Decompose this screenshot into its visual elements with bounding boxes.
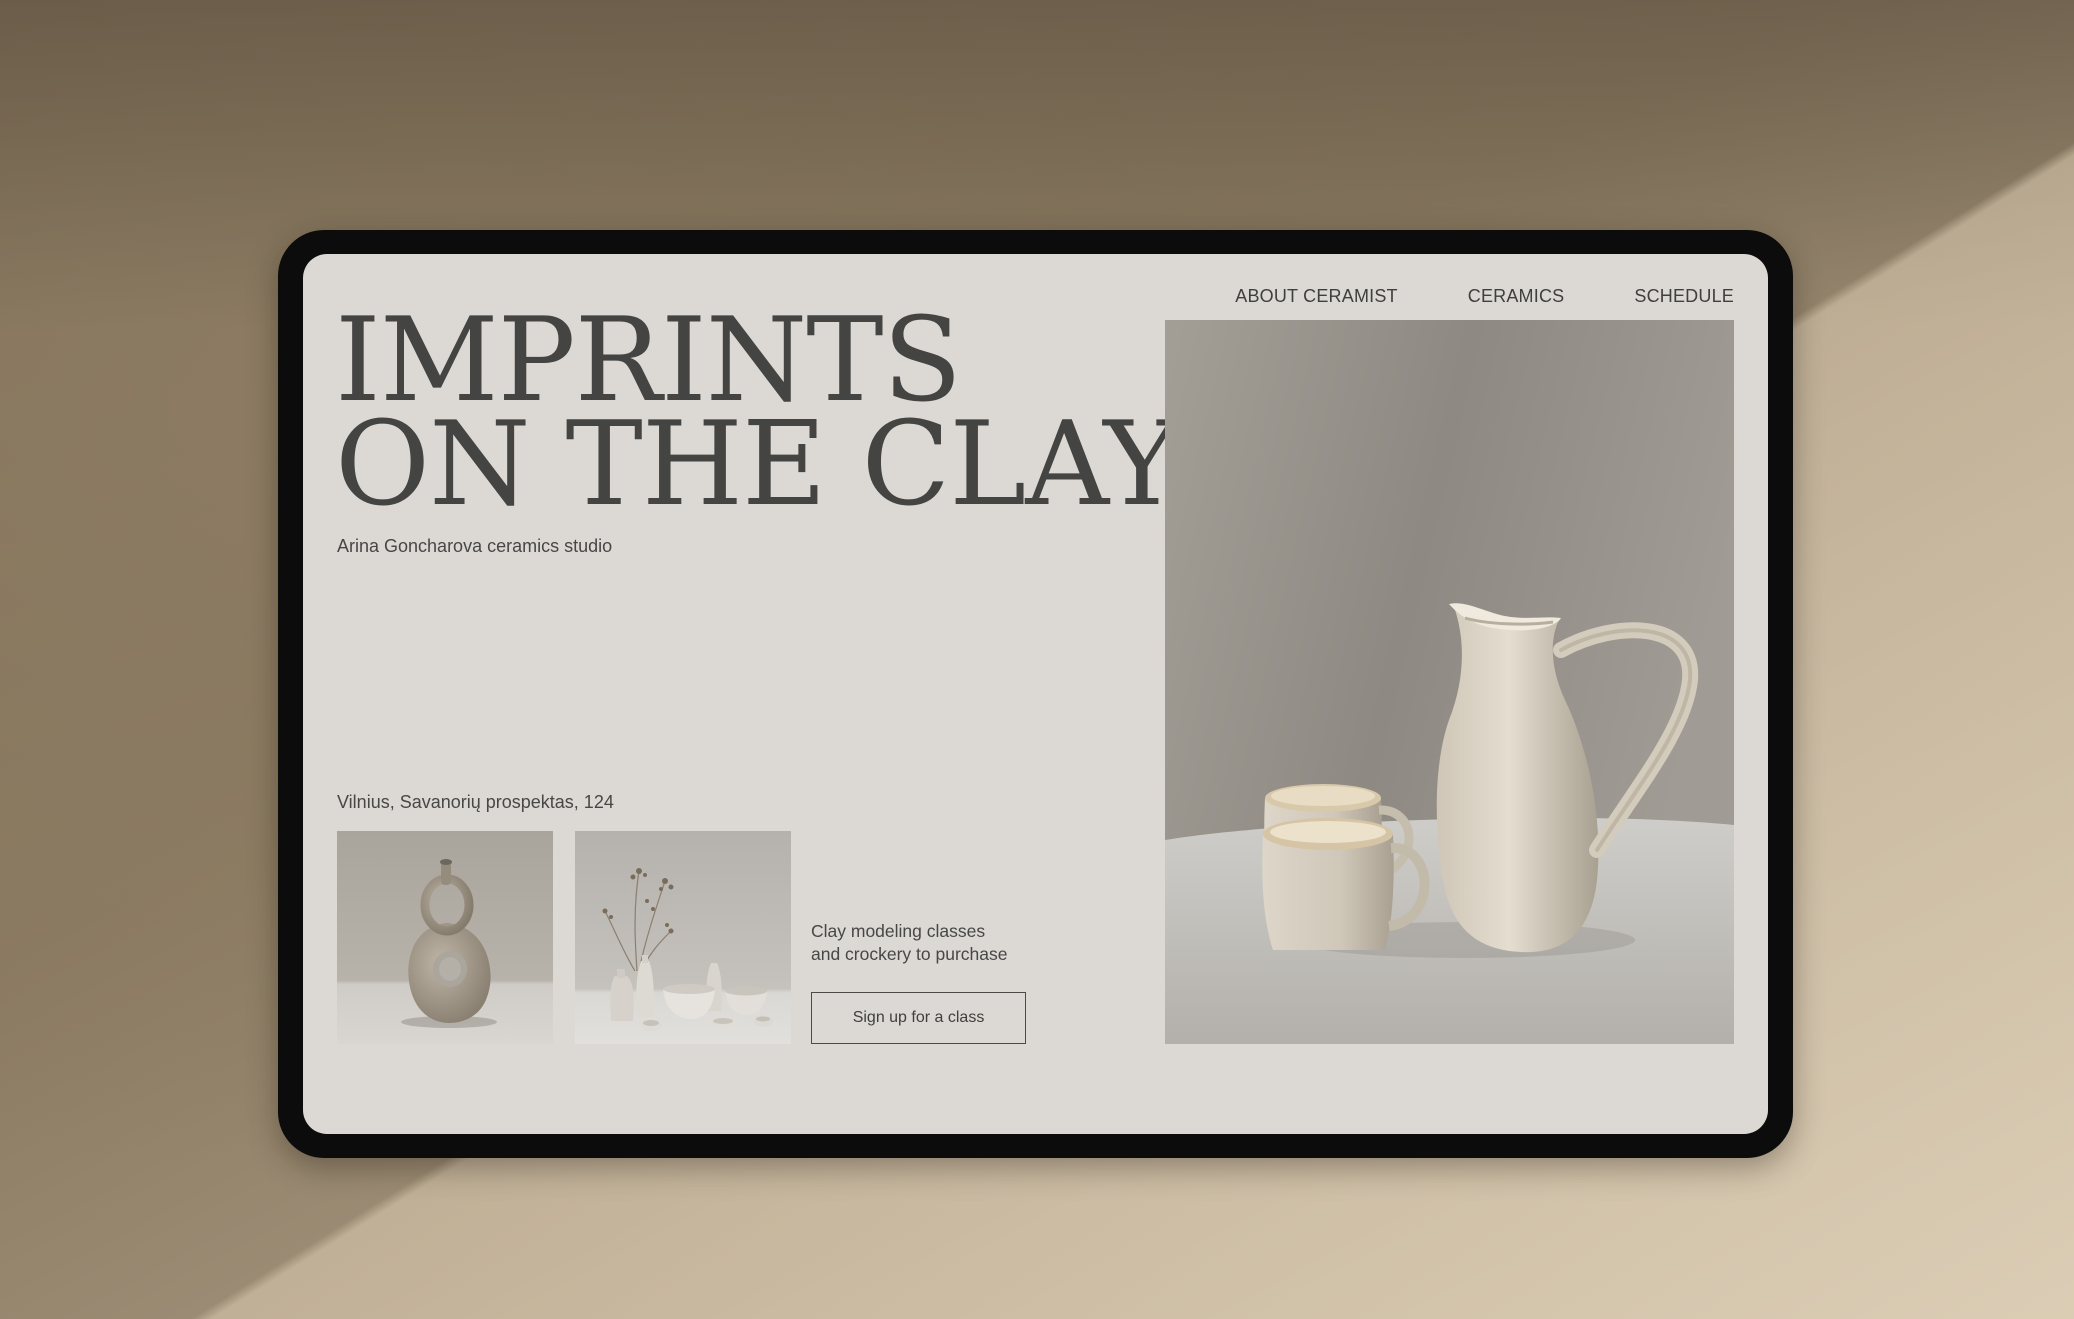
hero-title-line-2: ON THE CLAY	[335, 397, 1180, 532]
description-line-1: Clay modeling classes	[811, 921, 986, 941]
tablet-frame: ABOUT CERAMIST CERAMICS SCHEDULE IMPRINT…	[278, 230, 1793, 1158]
studio-description: Clay modeling classes and crockery to pu…	[811, 920, 1008, 966]
nav-schedule[interactable]: SCHEDULE	[1634, 286, 1734, 307]
hero-title: IMPRINTS ON THE CLAY	[335, 303, 1180, 532]
studio-address: Vilnius, Savanorių prospektas, 124	[337, 792, 614, 812]
description-line-2: and crockery to purchase	[811, 944, 1008, 964]
nav-about-ceramist[interactable]: ABOUT CERAMIST	[1235, 286, 1398, 307]
studio-subtitle: Arina Goncharova ceramics studio	[337, 536, 613, 556]
nav-ceramics[interactable]: CERAMICS	[1468, 286, 1565, 307]
ring-vase-photo	[337, 831, 553, 1044]
website-screen: ABOUT CERAMIST CERAMICS SCHEDULE IMPRINT…	[303, 254, 1768, 1134]
vessels-still-life-photo	[575, 831, 791, 1044]
main-nav: ABOUT CERAMIST CERAMICS SCHEDULE	[1235, 286, 1734, 307]
pitcher-and-cups-photo	[1165, 320, 1734, 1044]
sign-up-button[interactable]: Sign up for a class	[811, 992, 1026, 1044]
